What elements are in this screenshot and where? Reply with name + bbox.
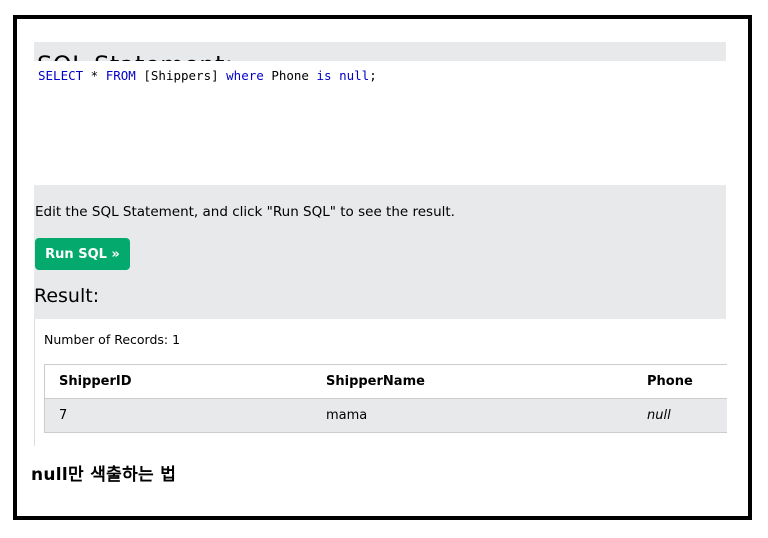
sql-keyword-from: FROM bbox=[105, 68, 136, 83]
result-panel: Number of Records: 1 ShipperID ShipperNa… bbox=[34, 319, 727, 446]
screenshot-frame: SQL Statement: SELECT * FROM [Shippers] … bbox=[13, 15, 752, 520]
sql-statement-heading: SQL Statement: bbox=[37, 51, 234, 61]
sql-space bbox=[332, 68, 340, 83]
table-header-row: ShipperID ShipperName Phone bbox=[44, 364, 727, 399]
sql-keyword-where: where bbox=[226, 68, 264, 83]
run-sql-button[interactable]: Run SQL » bbox=[35, 238, 130, 270]
cell-phone: null bbox=[633, 398, 727, 433]
result-table: ShipperID ShipperName Phone 7 mama null bbox=[44, 364, 727, 433]
sql-code[interactable]: SELECT * FROM [Shippers] where Phone is … bbox=[38, 68, 377, 83]
sql-keyword-is: is bbox=[316, 68, 332, 83]
column-header-shippername: ShipperName bbox=[312, 364, 633, 399]
sql-star: * bbox=[83, 68, 106, 83]
column-header-shipperid: ShipperID bbox=[44, 364, 312, 399]
cell-shipperid: 7 bbox=[44, 398, 312, 433]
sql-editor[interactable]: SELECT * FROM [Shippers] where Phone is … bbox=[34, 61, 726, 185]
column-header-phone: Phone bbox=[633, 364, 727, 399]
sql-terminator: ; bbox=[369, 68, 377, 83]
sql-table-name: [Shippers] bbox=[135, 68, 227, 83]
table-row: 7 mama null bbox=[44, 398, 727, 433]
record-count: Number of Records: 1 bbox=[44, 332, 181, 347]
instruction-panel: Edit the SQL Statement, and click "Run S… bbox=[34, 185, 726, 319]
sql-keyword-null: null bbox=[339, 68, 370, 83]
sql-column: Phone bbox=[263, 68, 317, 83]
instruction-text: Edit the SQL Statement, and click "Run S… bbox=[35, 204, 455, 220]
sql-heading-strip: SQL Statement: bbox=[34, 42, 726, 61]
cell-shippername: mama bbox=[312, 398, 633, 433]
result-heading: Result: bbox=[34, 285, 100, 307]
caption-text: null만 색출하는 법 bbox=[31, 465, 177, 485]
sql-keyword-select: SELECT bbox=[38, 68, 84, 83]
